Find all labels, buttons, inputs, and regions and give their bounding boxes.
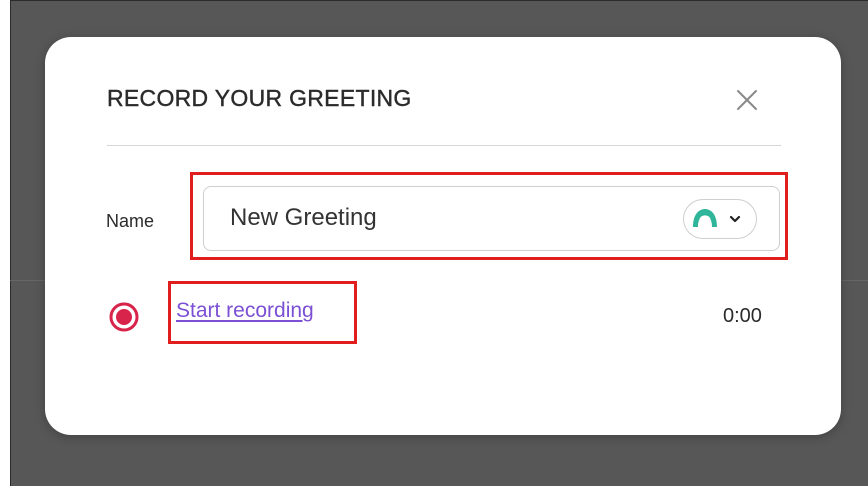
- record-icon: [109, 302, 139, 332]
- start-recording-link[interactable]: Start recording: [176, 299, 314, 323]
- record-greeting-dialog: RECORD YOUR GREETING Name Start re: [45, 37, 841, 435]
- dialog-title: RECORD YOUR GREETING: [107, 85, 412, 111]
- close-icon: [737, 90, 757, 110]
- voice-avatar-icon: [691, 206, 719, 232]
- voice-dropdown[interactable]: [683, 199, 757, 239]
- recording-timer: 0:00: [723, 305, 762, 327]
- title-divider: [107, 145, 781, 146]
- greeting-name-input[interactable]: [230, 201, 670, 235]
- close-button[interactable]: [734, 87, 760, 113]
- name-label: Name: [106, 211, 155, 231]
- name-field: [203, 186, 780, 251]
- record-button[interactable]: [109, 302, 139, 332]
- chevron-down-icon: [729, 215, 741, 223]
